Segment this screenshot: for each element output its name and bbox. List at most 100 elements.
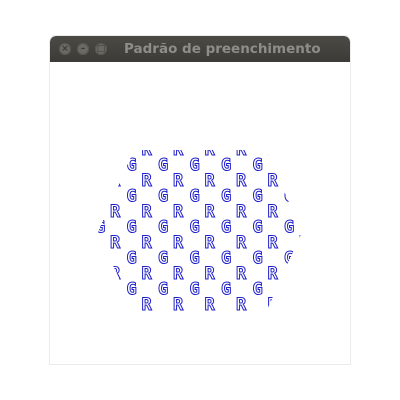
pattern-glyph: G (253, 187, 263, 207)
pattern-glyph: G (316, 218, 326, 238)
pattern-glyph: R (205, 233, 216, 253)
pattern-glyph: G (221, 249, 231, 269)
pattern-glyph: G (221, 280, 231, 300)
pattern-glyph: R (236, 202, 247, 222)
pattern-glyph: G (95, 249, 105, 269)
pattern-glyph: R (142, 264, 153, 284)
pattern-glyph: R (173, 233, 184, 253)
pattern-glyph: G (284, 280, 294, 300)
pattern-glyph: G (127, 156, 137, 176)
pattern-glyph: R (142, 171, 153, 191)
pattern-glyph: R (331, 233, 342, 253)
pattern-glyph: R (268, 295, 279, 315)
pattern-glyph: G (95, 156, 105, 176)
pattern-glyph: R (173, 295, 184, 315)
pattern-glyph: R (299, 264, 310, 284)
pattern-glyph: R (299, 140, 310, 160)
pattern-glyph: R (205, 295, 216, 315)
pattern-glyph: R (110, 264, 121, 284)
minimize-icon[interactable]: – (77, 43, 89, 55)
pattern-glyph: R (79, 202, 90, 222)
pattern-glyph: G (284, 218, 294, 238)
pattern-glyph: R (268, 171, 279, 191)
pattern-glyph: G (253, 218, 263, 238)
pattern-glyph: G (316, 187, 326, 207)
pattern-glyph: G (64, 280, 74, 300)
pattern-glyph: R (173, 140, 184, 160)
pattern-glyph: G (64, 249, 74, 269)
pattern-glyph: R (236, 233, 247, 253)
pattern-glyph: G (284, 249, 294, 269)
pattern-glyph: G (158, 280, 168, 300)
pattern-glyph: G (158, 156, 168, 176)
pattern-glyph: G (158, 249, 168, 269)
pattern-glyph: G (347, 187, 350, 207)
pattern-glyph: R (205, 202, 216, 222)
window-title: Padrão de preenchimento (124, 41, 321, 57)
pattern-glyph: G (221, 156, 231, 176)
pattern-glyph: G (253, 156, 263, 176)
pattern-glyph: G (221, 187, 231, 207)
maximize-icon[interactable]: □ (95, 43, 107, 55)
pattern-glyph: G (347, 156, 350, 176)
pattern-glyph: R (299, 171, 310, 191)
pattern-glyph: R (142, 202, 153, 222)
pattern-glyph: G (95, 280, 105, 300)
pattern-glyph: R (110, 202, 121, 222)
pattern-glyph: G (64, 187, 74, 207)
pattern-glyph: R (205, 140, 216, 160)
pattern-glyph: G (127, 187, 137, 207)
pattern-glyph: R (205, 264, 216, 284)
pattern-glyph: R (331, 264, 342, 284)
pattern-glyph: R (110, 171, 121, 191)
pattern-glyph: G (127, 249, 137, 269)
pattern-glyph: R (142, 140, 153, 160)
pattern-glyph: G (316, 249, 326, 269)
pattern-glyph: R (110, 295, 121, 315)
pattern-glyph: G (158, 218, 168, 238)
pattern-glyph: G (253, 249, 263, 269)
pattern-glyph: R (268, 233, 279, 253)
pattern-glyph: G (190, 187, 200, 207)
pattern-glyph: R (268, 264, 279, 284)
title-bar[interactable]: × – □ Padrão de preenchimento (50, 36, 350, 62)
pattern-glyph: G (221, 218, 231, 238)
app-window: × – □ Padrão de preenchimento RRRRRRRRRR… (50, 36, 350, 364)
pattern-glyph: R (236, 295, 247, 315)
pattern-glyph: G (347, 249, 350, 269)
drawing-canvas: RRRRRRRRRRGGGGGGGGGGRRRRRRRRRRGGGGGGGGGG… (50, 62, 350, 364)
pattern-glyph: G (158, 187, 168, 207)
pattern-glyph: R (142, 233, 153, 253)
pattern-glyph: R (142, 295, 153, 315)
pattern-glyph: G (316, 156, 326, 176)
pattern-glyph: G (95, 187, 105, 207)
pattern-glyph: G (190, 218, 200, 238)
pattern-glyph: R (331, 171, 342, 191)
pattern-glyph: R (79, 233, 90, 253)
pattern-glyph: R (79, 295, 90, 315)
pattern-glyph: R (331, 140, 342, 160)
pattern-glyph: R (268, 140, 279, 160)
pattern-glyph: R (110, 140, 121, 160)
pattern-glyph: G (190, 280, 200, 300)
close-icon[interactable]: × (59, 43, 71, 55)
pattern-glyph: R (236, 171, 247, 191)
pattern-glyph: G (284, 156, 294, 176)
pattern-glyph: G (64, 156, 74, 176)
pattern-glyph: G (95, 218, 105, 238)
pattern-glyph: G (347, 218, 350, 238)
pattern-glyph: R (236, 140, 247, 160)
pattern-glyph: R (299, 202, 310, 222)
pattern-glyph: G (316, 280, 326, 300)
pattern-glyph: G (190, 249, 200, 269)
pattern-glyph: G (127, 218, 137, 238)
pattern-glyph: G (347, 280, 350, 300)
pattern-glyph: G (253, 280, 263, 300)
pattern-glyph: R (299, 233, 310, 253)
pattern-glyph: R (79, 171, 90, 191)
pattern-glyph: R (331, 295, 342, 315)
pattern-glyph: G (127, 280, 137, 300)
pattern-glyph: R (205, 171, 216, 191)
pattern-glyph: R (110, 233, 121, 253)
pattern-glyph: G (284, 187, 294, 207)
